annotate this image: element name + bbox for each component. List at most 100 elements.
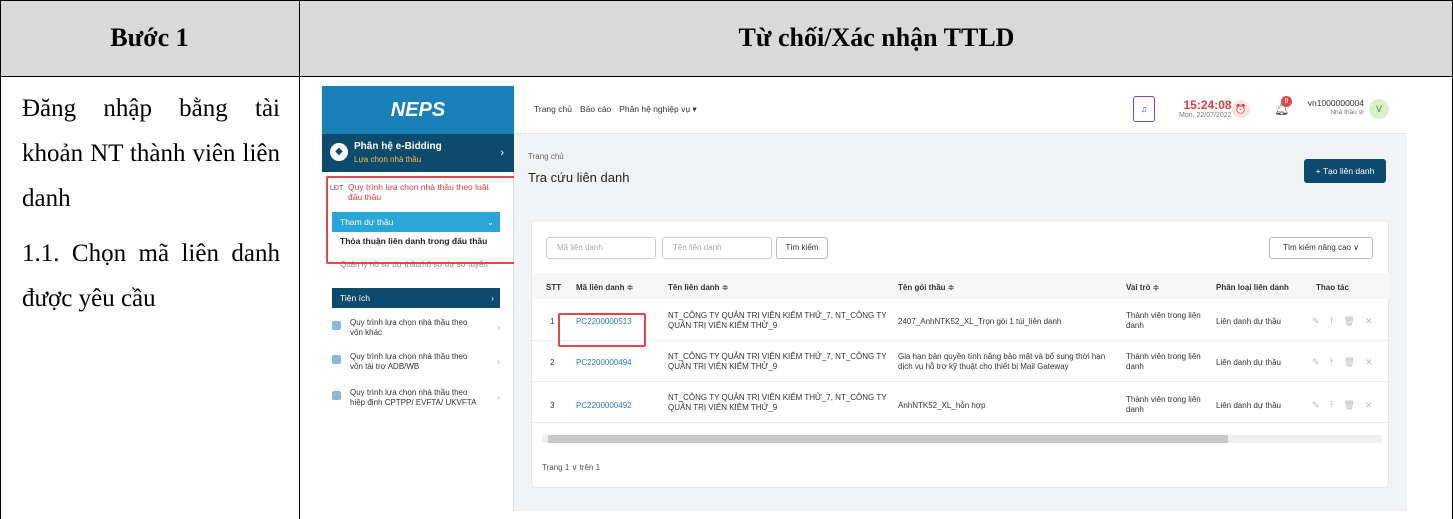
- row-role: Thành viên trong liên danh: [1126, 311, 1201, 330]
- advanced-search-button[interactable]: Tìm kiếm nâng cao ∨: [1269, 237, 1373, 259]
- col-header-actions: Thao tác: [1316, 283, 1349, 292]
- top-nav: Trang chủ Báo cáo Phân hệ nghiệp vụ ▾: [534, 104, 697, 115]
- col-header-name[interactable]: Tên liên danh ≑: [668, 283, 728, 292]
- row-name: NT_CÔNG TY QUẢN TRỊ VIÊN KIỂM THỬ_7, NT_…: [668, 311, 887, 330]
- row-code-link[interactable]: PC2200000492: [576, 401, 632, 411]
- page-title: Tra cứu liên danh: [528, 170, 630, 185]
- top-bar: Trang chủ Báo cáo Phân hệ nghiệp vụ ▾ ♫ …: [514, 86, 1407, 134]
- breadcrumb[interactable]: Trang chủ: [528, 152, 564, 161]
- close-icon[interactable]: ✕: [1365, 400, 1383, 410]
- avatar[interactable]: V: [1369, 99, 1389, 119]
- chevron-right-icon: ›: [497, 393, 500, 402]
- document-icon: [332, 355, 341, 364]
- instruction-line-1: Đăng nhập bằng tài khoản NT thành viên l…: [22, 95, 280, 212]
- col-header-type: Phân loại liên danh: [1216, 283, 1289, 292]
- close-icon[interactable]: ✕: [1365, 316, 1383, 326]
- scrollbar-thumb[interactable]: [548, 435, 1228, 443]
- upload-icon[interactable]: ⤒: [1330, 400, 1344, 410]
- search-button[interactable]: Tìm kiếm: [776, 237, 828, 259]
- pagination[interactable]: Trang 1 ∨ trên 1: [542, 463, 600, 472]
- horizontal-scrollbar[interactable]: [542, 435, 1382, 443]
- row-actions: ✎⤒🗑︎✕: [1312, 357, 1383, 368]
- notification-badge: 9: [1281, 96, 1292, 107]
- clock-date: Mon, 22/07/2022: [1179, 112, 1232, 119]
- user-info[interactable]: vn1000000004 Nhà thầu ⊘: [1300, 98, 1364, 116]
- row-type: Liên danh dự thầu: [1216, 317, 1281, 326]
- sidebar: NEPS ◆ Phân hệ e-Bidding Lựa chọn nhà th…: [322, 86, 516, 511]
- document-icon: [332, 321, 341, 330]
- edit-icon[interactable]: ✎: [1312, 400, 1330, 410]
- row-package: AnhNTK52_XL_hỗn hợp: [898, 401, 986, 410]
- close-icon[interactable]: ✕: [1365, 357, 1383, 367]
- sidebar-item-other-capital[interactable]: Quy trình lựa chọn nhà thầu theo vốn khá…: [332, 318, 502, 338]
- delete-icon[interactable]: 🗑︎: [1344, 400, 1365, 410]
- row-role: Thành viên trong liên danh: [1126, 352, 1201, 371]
- col-header-role[interactable]: Vai trò ≑: [1126, 283, 1159, 292]
- delete-icon[interactable]: 🗑︎: [1344, 316, 1365, 326]
- document-icon: [332, 391, 341, 400]
- table-border-left: [0, 0, 1, 519]
- table-row[interactable]: 2 PC2200000494 NT_CÔNG TY QUẢN TRỊ VIÊN …: [532, 342, 1390, 382]
- headset-icon[interactable]: ♫: [1133, 96, 1155, 122]
- col-header-stt: STT: [546, 283, 562, 292]
- chevron-right-icon: ›: [491, 293, 494, 303]
- table-row[interactable]: 1 PC2200000513 NT_CÔNG TY QUẢN TRỊ VIÊN …: [532, 301, 1390, 341]
- user-id: vn1000000004: [1307, 98, 1364, 108]
- upload-icon[interactable]: ⤒: [1330, 316, 1344, 326]
- search-card: Mã liên danh Tên liên danh Tìm kiếm Tìm …: [531, 220, 1390, 488]
- create-joint-venture-button[interactable]: + Tạo liên danh: [1304, 159, 1386, 183]
- user-role: Nhà thầu ⊘: [1330, 109, 1364, 116]
- delete-icon[interactable]: 🗑︎: [1344, 357, 1365, 367]
- nav-report[interactable]: Báo cáo: [580, 104, 611, 115]
- sidebar-item-label: Tiện ích: [340, 293, 370, 303]
- edit-icon[interactable]: ✎: [1312, 316, 1330, 326]
- module-title: Phân hệ e-Bidding: [354, 141, 442, 152]
- sidebar-item-label: Quy trình lựa chọn nhà thầu theo vốn khá…: [350, 318, 468, 337]
- instruction-text: Đăng nhập bằng tài khoản NT thành viên l…: [22, 86, 280, 321]
- table-border-mid: [299, 0, 300, 519]
- sidebar-item-label: Quy trình lựa chọn nhà thầu theo vốn tài…: [350, 352, 468, 371]
- upload-icon[interactable]: ⤒: [1330, 357, 1344, 367]
- row-name: NT_CÔNG TY QUẢN TRỊ VIÊN KIỂM THỬ_7, NT_…: [668, 393, 887, 412]
- clock-time: 15:24:08: [1183, 98, 1232, 112]
- row-package: Gia hạn bản quyền tính năng bảo mật và b…: [898, 352, 1106, 371]
- row-package: 2407_AnhNTK52_XL_Trọn gói 1 túi_liên dan…: [898, 317, 1062, 326]
- neps-logo: NEPS: [322, 86, 514, 134]
- row-type: Liên danh dự thầu: [1216, 401, 1281, 410]
- sidebar-item-cptpp[interactable]: Quy trình lựa chọn nhà thầu theo hiệp đị…: [332, 388, 502, 408]
- chevron-right-icon: ›: [500, 147, 504, 159]
- code-search-input[interactable]: Mã liên danh: [546, 237, 656, 259]
- nav-modules[interactable]: Phân hệ nghiệp vụ ▾: [619, 104, 697, 115]
- sidebar-item-adb-wb[interactable]: Quy trình lựa chọn nhà thầu theo vốn tài…: [332, 352, 502, 372]
- row-name: NT_CÔNG TY QUẢN TRỊ VIÊN KIỂM THỬ_7, NT_…: [668, 352, 887, 371]
- module-selector[interactable]: ◆ Phân hệ e-Bidding Lựa chọn nhà thầu ›: [322, 134, 514, 172]
- table-border-header: [0, 76, 1453, 77]
- highlight-box-sidebar: [326, 176, 516, 264]
- highlight-box-code: [558, 313, 646, 347]
- clock: 15:24:08 Mon, 22/07/2022: [1179, 98, 1232, 119]
- sidebar-item-tien-ich[interactable]: Tiện ích ›: [332, 288, 500, 308]
- module-subtitle: Lựa chọn nhà thầu: [354, 155, 422, 164]
- row-role: Thành viên trong liên danh: [1126, 395, 1201, 414]
- nav-home[interactable]: Trang chủ: [534, 104, 572, 115]
- row-stt: 1: [550, 317, 555, 326]
- module-icon: ◆: [330, 143, 348, 161]
- col-header-code[interactable]: Mã liên danh ≑: [576, 283, 633, 292]
- instruction-line-2: 1.1. Chọn mã liên danh được yêu cầu: [22, 240, 280, 312]
- sidebar-item-label: Quy trình lựa chọn nhà thầu theo hiệp đị…: [350, 388, 477, 407]
- row-stt: 3: [550, 401, 555, 410]
- edit-icon[interactable]: ✎: [1312, 357, 1330, 367]
- step-header: Bước 1: [0, 0, 299, 76]
- alarm-icon[interactable]: ⏰: [1232, 100, 1250, 118]
- table-border-top: [0, 0, 1453, 1]
- app-screenshot: NEPS ◆ Phân hệ e-Bidding Lựa chọn nhà th…: [322, 86, 1407, 511]
- row-actions: ✎⤒🗑︎✕: [1312, 400, 1383, 411]
- row-type: Liên danh dự thầu: [1216, 358, 1281, 367]
- row-actions: ✎⤒🗑︎✕: [1312, 316, 1383, 327]
- action-header: Từ chối/Xác nhận TTLD: [300, 0, 1453, 76]
- row-code-link[interactable]: PC2200000494: [576, 358, 632, 368]
- name-search-input[interactable]: Tên liên danh: [662, 237, 772, 259]
- col-header-package[interactable]: Tên gói thầu ≑: [898, 283, 954, 292]
- table-row[interactable]: 3 PC2200000492 NT_CÔNG TY QUẢN TRỊ VIÊN …: [532, 383, 1390, 423]
- row-stt: 2: [550, 358, 555, 367]
